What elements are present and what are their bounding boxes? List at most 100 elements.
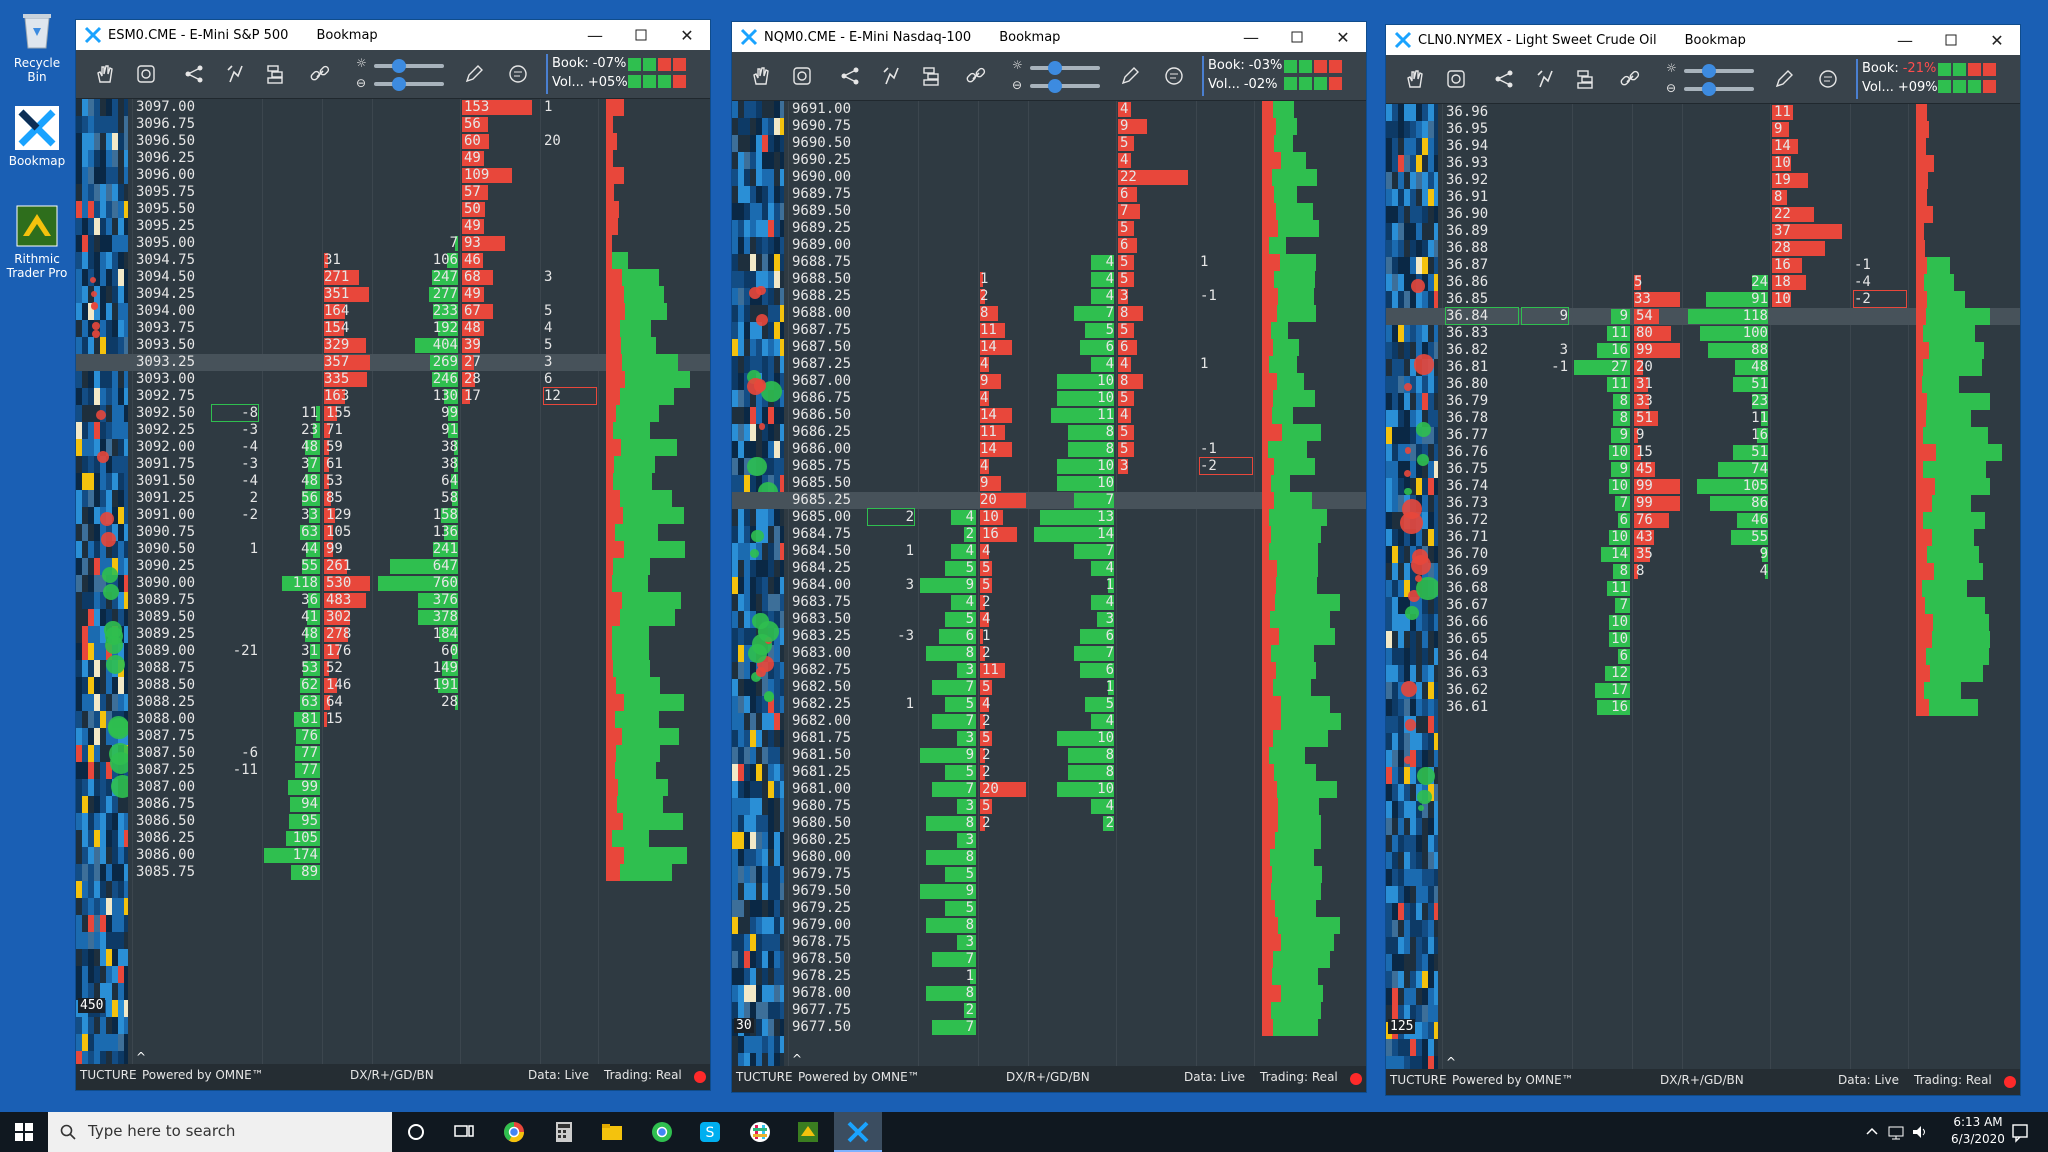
ladder-row[interactable]: 9686.00 14 8 5 -1 bbox=[732, 441, 1366, 458]
ladder-row[interactable]: 36.84 9 9 54 118 bbox=[1386, 307, 2020, 325]
ladder-row[interactable]: 9684.50 1 4 4 7 bbox=[732, 543, 1366, 560]
ladder-row[interactable]: 36.73 7 99 86 bbox=[1386, 495, 2020, 512]
contrast-slider[interactable] bbox=[374, 77, 444, 91]
slider-knob[interactable] bbox=[1702, 64, 1716, 78]
ladder-row[interactable]: 36.93 10 bbox=[1386, 155, 2020, 172]
ladder-row[interactable]: 3095.50 50 bbox=[76, 201, 710, 218]
minimize-button[interactable]: — bbox=[572, 20, 618, 50]
ladder-row[interactable]: 3092.00 -4 48 59 38 bbox=[76, 439, 710, 456]
ladder-row[interactable]: 36.94 14 bbox=[1386, 138, 2020, 155]
minimize-button[interactable]: — bbox=[1882, 25, 1928, 55]
ladder-row[interactable]: 9685.25 20 7 bbox=[732, 492, 1366, 509]
ladder-row[interactable]: 9690.50 5 bbox=[732, 135, 1366, 152]
link-icon[interactable] bbox=[308, 62, 332, 86]
ladder-row[interactable]: 3091.00 -2 33 129 158 bbox=[76, 507, 710, 524]
ladder-row[interactable]: 9684.75 2 16 14 bbox=[732, 526, 1366, 543]
slider-knob[interactable] bbox=[1702, 82, 1716, 96]
ladder-row[interactable]: 9678.50 7 bbox=[732, 951, 1366, 968]
ladder-row[interactable]: 3091.50 -4 48 53 64 bbox=[76, 473, 710, 490]
ladder-row[interactable]: 3093.50 329 404 39 5 bbox=[76, 337, 710, 354]
pencil-icon[interactable] bbox=[1772, 67, 1796, 91]
link-icon[interactable] bbox=[1618, 67, 1642, 91]
file-explorer-icon[interactable] bbox=[600, 1120, 624, 1144]
slider-knob[interactable] bbox=[392, 59, 406, 73]
ladder-row[interactable]: 36.82 3 16 99 88 bbox=[1386, 342, 2020, 359]
ladder-row[interactable]: 9681.25 5 2 8 bbox=[732, 764, 1366, 781]
ladder-row[interactable]: 36.95 9 bbox=[1386, 121, 2020, 138]
ladder-row[interactable]: 3087.50 -6 77 bbox=[76, 745, 710, 762]
ladder-row[interactable]: 36.70 14 35 9 bbox=[1386, 546, 2020, 563]
ladder-row[interactable]: 9679.50 9 bbox=[732, 883, 1366, 900]
chrome-profile-icon[interactable] bbox=[650, 1120, 674, 1144]
desktop-icon-rithmic[interactable]: Rithmic Trader Pro bbox=[4, 204, 70, 280]
ladder-row[interactable]: 36.64 6 bbox=[1386, 648, 2020, 665]
ladder-row[interactable]: 9678.75 3 bbox=[732, 934, 1366, 951]
ladder-row[interactable]: 3089.75 36 483 376 bbox=[76, 592, 710, 609]
ladder-row[interactable]: 9682.50 7 5 1 bbox=[732, 679, 1366, 696]
ladder-row[interactable]: 36.80 11 31 51 bbox=[1386, 376, 2020, 393]
ladder-row[interactable]: 3086.50 95 bbox=[76, 813, 710, 830]
ladder-row[interactable]: 3086.25 105 bbox=[76, 830, 710, 847]
ladder-row[interactable]: 9680.25 3 bbox=[732, 832, 1366, 849]
desktop-icon-bookmap[interactable]: Bookmap bbox=[4, 106, 70, 168]
ladder-row[interactable]: 36.66 10 bbox=[1386, 614, 2020, 631]
ladder-row[interactable]: 9687.25 4 4 4 1 bbox=[732, 356, 1366, 373]
screenshot-icon[interactable] bbox=[1444, 67, 1468, 91]
ladder-row[interactable]: 36.92 19 bbox=[1386, 172, 2020, 189]
order-icon[interactable] bbox=[880, 64, 904, 88]
ladder-row[interactable]: 9678.00 8 bbox=[732, 985, 1366, 1002]
ladder-row[interactable]: 3085.75 89 bbox=[76, 864, 710, 881]
ladder-row[interactable]: 36.65 10 bbox=[1386, 631, 2020, 648]
hand-icon[interactable] bbox=[1402, 67, 1426, 91]
ladder-row[interactable]: 9681.00 7 20 10 bbox=[732, 781, 1366, 798]
ladder-row[interactable]: 3092.50 -8 11 155 99 bbox=[76, 404, 710, 422]
ladder-row[interactable]: 3093.25 357 269 27 3 bbox=[76, 354, 710, 371]
ladder-row[interactable]: 3093.75 154 192 48 4 bbox=[76, 320, 710, 337]
ladder-row[interactable]: 9683.75 4 2 4 bbox=[732, 594, 1366, 611]
ladder-row[interactable]: 3096.00 109 bbox=[76, 167, 710, 184]
ladder-row[interactable]: 9677.50 7 bbox=[732, 1019, 1366, 1036]
layers-icon[interactable] bbox=[1574, 67, 1598, 91]
ladder-row[interactable]: 9689.25 5 bbox=[732, 220, 1366, 237]
ladder-row[interactable]: 36.72 6 76 46 bbox=[1386, 512, 2020, 529]
ladder-row[interactable]: 9690.00 22 bbox=[732, 169, 1366, 186]
slack-icon[interactable] bbox=[748, 1120, 772, 1144]
ladder-row[interactable]: 9680.50 8 2 2 bbox=[732, 815, 1366, 832]
ladder-row[interactable]: 9681.50 9 2 8 bbox=[732, 747, 1366, 764]
ladder-row[interactable]: 3095.00 7 93 bbox=[76, 235, 710, 252]
ladder-row[interactable]: 3095.75 57 bbox=[76, 184, 710, 201]
ladder-row[interactable]: 9678.25 1 bbox=[732, 968, 1366, 985]
rithmic-taskbar-icon[interactable] bbox=[796, 1120, 820, 1144]
layers-icon[interactable] bbox=[920, 64, 944, 88]
calculator-icon[interactable] bbox=[552, 1120, 576, 1144]
ladder-row[interactable]: 3089.25 48 278 184 bbox=[76, 626, 710, 643]
ladder-row[interactable]: 36.91 8 bbox=[1386, 189, 2020, 206]
maximize-button[interactable] bbox=[618, 20, 664, 50]
layers-icon[interactable] bbox=[264, 62, 288, 86]
ladder-row[interactable]: 36.89 37 bbox=[1386, 223, 2020, 240]
ladder-row[interactable]: 9682.75 3 11 6 bbox=[732, 662, 1366, 679]
ladder-row[interactable]: 9683.00 8 2 7 bbox=[732, 645, 1366, 662]
ladder-row[interactable]: 36.67 7 bbox=[1386, 597, 2020, 614]
ladder-row[interactable]: 3086.75 94 bbox=[76, 796, 710, 813]
ladder-row[interactable]: 3090.25 55 261 647 bbox=[76, 558, 710, 575]
pencil-icon[interactable] bbox=[1118, 64, 1142, 88]
close-button[interactable]: ✕ bbox=[1320, 22, 1366, 52]
ladder-row[interactable]: 36.83 11 80 100 bbox=[1386, 325, 2020, 342]
skype-icon[interactable]: S bbox=[698, 1120, 722, 1144]
bookmap-taskbar-icon[interactable] bbox=[834, 1112, 882, 1152]
ladder-row[interactable]: 3094.75 31 106 46 bbox=[76, 252, 710, 269]
ladder-row[interactable]: 9686.75 4 10 5 bbox=[732, 390, 1366, 407]
close-button[interactable]: ✕ bbox=[664, 20, 710, 50]
contrast-slider[interactable] bbox=[1684, 82, 1754, 96]
ladder-row[interactable]: 9691.00 4 bbox=[732, 101, 1366, 118]
ladder-row[interactable]: 9677.75 2 bbox=[732, 1002, 1366, 1019]
ladder-row[interactable]: 36.78 8 51 11 bbox=[1386, 410, 2020, 427]
order-icon[interactable] bbox=[1534, 67, 1558, 91]
hand-icon[interactable] bbox=[92, 62, 116, 86]
ladder-row[interactable]: 36.74 10 99 105 bbox=[1386, 478, 2020, 495]
ladder-row[interactable]: 9689.75 6 bbox=[732, 186, 1366, 203]
ladder-row[interactable]: 9681.75 3 5 10 bbox=[732, 730, 1366, 747]
clock-date[interactable]: 6/3/2020 bbox=[1938, 1132, 2018, 1146]
maximize-button[interactable] bbox=[1928, 25, 1974, 55]
